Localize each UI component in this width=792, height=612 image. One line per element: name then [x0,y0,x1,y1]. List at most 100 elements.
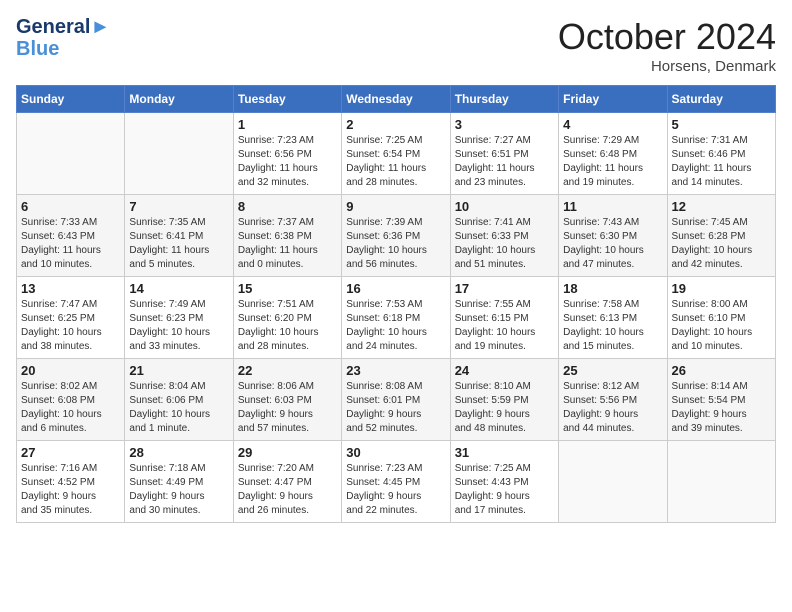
day-info: Sunrise: 7:23 AMSunset: 6:56 PMDaylight:… [238,134,337,190]
day-number: 31 [455,445,554,460]
day-cell: 13 Sunrise: 7:47 AMSunset: 6:25 PMDayligh… [17,277,125,359]
day-cell [125,113,233,195]
day-info: Sunrise: 7:16 AMSunset: 4:52 PMDaylight:… [21,462,120,518]
weekday-header-row: SundayMondayTuesdayWednesdayThursdayFrid… [17,86,776,113]
day-number: 11 [563,199,662,214]
day-info: Sunrise: 8:04 AMSunset: 6:06 PMDaylight:… [129,380,228,436]
day-cell: 30 Sunrise: 7:23 AMSunset: 4:45 PMDayligh… [342,441,450,523]
logo-line2: Blue [16,38,110,60]
day-number: 21 [129,363,228,378]
day-cell: 18 Sunrise: 7:58 AMSunset: 6:13 PMDayligh… [559,277,667,359]
day-number: 12 [672,199,771,214]
day-cell: 4 Sunrise: 7:29 AMSunset: 6:48 PMDaylight… [559,113,667,195]
day-cell: 14 Sunrise: 7:49 AMSunset: 6:23 PMDayligh… [125,277,233,359]
day-cell: 28 Sunrise: 7:18 AMSunset: 4:49 PMDayligh… [125,441,233,523]
title-block: October 2024 Horsens, Denmark [558,16,776,75]
day-number: 14 [129,281,228,296]
day-cell: 20Sunrise: 8:02 AMSunset: 6:08 PMDayligh… [17,359,125,441]
day-cell [17,113,125,195]
day-info: Sunrise: 7:51 AMSunset: 6:20 PMDaylight:… [238,298,337,354]
day-number: 5 [672,117,771,132]
weekday-header-sunday: Sunday [17,86,125,113]
day-number: 15 [238,281,337,296]
day-number: 24 [455,363,554,378]
day-cell: 11Sunrise: 7:43 AMSunset: 6:30 PMDayligh… [559,195,667,277]
day-info: Sunrise: 8:06 AMSunset: 6:03 PMDaylight:… [238,380,337,436]
location: Horsens, Denmark [558,58,776,75]
day-cell: 9 Sunrise: 7:39 AMSunset: 6:36 PMDaylight… [342,195,450,277]
day-cell: 8 Sunrise: 7:37 AMSunset: 6:38 PMDaylight… [233,195,341,277]
day-info: Sunrise: 7:47 AMSunset: 6:25 PMDaylight:… [21,298,120,354]
day-number: 18 [563,281,662,296]
day-cell: 23Sunrise: 8:08 AMSunset: 6:01 PMDayligh… [342,359,450,441]
day-number: 26 [672,363,771,378]
weekday-header-friday: Friday [559,86,667,113]
page-header: General► Blue October 2024 Horsens, Denm… [16,16,776,75]
day-info: Sunrise: 7:39 AMSunset: 6:36 PMDaylight:… [346,216,445,272]
day-info: Sunrise: 7:18 AMSunset: 4:49 PMDaylight:… [129,462,228,518]
day-cell: 16 Sunrise: 7:53 AMSunset: 6:18 PMDayligh… [342,277,450,359]
week-row-1: 1 Sunrise: 7:23 AMSunset: 6:56 PMDaylight… [17,113,776,195]
day-number: 13 [21,281,120,296]
day-info: Sunrise: 8:12 AMSunset: 5:56 PMDaylight:… [563,380,662,436]
day-number: 27 [21,445,120,460]
day-info: Sunrise: 7:37 AMSunset: 6:38 PMDaylight:… [238,216,337,272]
weekday-header-tuesday: Tuesday [233,86,341,113]
day-cell: 29Sunrise: 7:20 AMSunset: 4:47 PMDayligh… [233,441,341,523]
day-number: 1 [238,117,337,132]
day-cell: 25 Sunrise: 8:12 AMSunset: 5:56 PMDayligh… [559,359,667,441]
day-cell: 2 Sunrise: 7:25 AMSunset: 6:54 PMDaylight… [342,113,450,195]
day-number: 4 [563,117,662,132]
day-number: 3 [455,117,554,132]
day-cell: 24 Sunrise: 8:10 AMSunset: 5:59 PMDayligh… [450,359,558,441]
day-info: Sunrise: 7:33 AMSunset: 6:43 PMDaylight:… [21,216,120,272]
day-cell: 19 Sunrise: 8:00 AMSunset: 6:10 PMDayligh… [667,277,775,359]
day-number: 22 [238,363,337,378]
day-info: Sunrise: 7:55 AMSunset: 6:15 PMDaylight:… [455,298,554,354]
week-row-4: 20Sunrise: 8:02 AMSunset: 6:08 PMDayligh… [17,359,776,441]
day-cell: 10Sunrise: 7:41 AMSunset: 6:33 PMDayligh… [450,195,558,277]
week-row-3: 13 Sunrise: 7:47 AMSunset: 6:25 PMDayligh… [17,277,776,359]
weekday-header-saturday: Saturday [667,86,775,113]
day-number: 8 [238,199,337,214]
weekday-header-thursday: Thursday [450,86,558,113]
weekday-header-wednesday: Wednesday [342,86,450,113]
day-info: Sunrise: 8:10 AMSunset: 5:59 PMDaylight:… [455,380,554,436]
day-number: 28 [129,445,228,460]
day-number: 25 [563,363,662,378]
day-info: Sunrise: 7:31 AMSunset: 6:46 PMDaylight:… [672,134,771,190]
day-number: 16 [346,281,445,296]
day-info: Sunrise: 7:58 AMSunset: 6:13 PMDaylight:… [563,298,662,354]
day-cell: 22 Sunrise: 8:06 AMSunset: 6:03 PMDayligh… [233,359,341,441]
day-cell: 5 Sunrise: 7:31 AMSunset: 6:46 PMDaylight… [667,113,775,195]
logo-text: General► [16,16,110,38]
day-number: 7 [129,199,228,214]
day-cell: 31 Sunrise: 7:25 AMSunset: 4:43 PMDayligh… [450,441,558,523]
day-number: 2 [346,117,445,132]
day-info: Sunrise: 8:14 AMSunset: 5:54 PMDaylight:… [672,380,771,436]
day-info: Sunrise: 8:02 AMSunset: 6:08 PMDaylight:… [21,380,120,436]
day-cell: 27 Sunrise: 7:16 AMSunset: 4:52 PMDayligh… [17,441,125,523]
day-number: 30 [346,445,445,460]
day-number: 6 [21,199,120,214]
day-info: Sunrise: 7:53 AMSunset: 6:18 PMDaylight:… [346,298,445,354]
day-info: Sunrise: 7:25 AMSunset: 4:43 PMDaylight:… [455,462,554,518]
month-title: October 2024 [558,16,776,58]
day-cell: 15 Sunrise: 7:51 AMSunset: 6:20 PMDayligh… [233,277,341,359]
day-number: 19 [672,281,771,296]
day-info: Sunrise: 7:35 AMSunset: 6:41 PMDaylight:… [129,216,228,272]
logo: General► Blue [16,16,110,60]
day-info: Sunrise: 7:49 AMSunset: 6:23 PMDaylight:… [129,298,228,354]
day-number: 23 [346,363,445,378]
day-info: Sunrise: 7:41 AMSunset: 6:33 PMDaylight:… [455,216,554,272]
day-info: Sunrise: 7:45 AMSunset: 6:28 PMDaylight:… [672,216,771,272]
day-info: Sunrise: 7:29 AMSunset: 6:48 PMDaylight:… [563,134,662,190]
day-number: 9 [346,199,445,214]
day-cell: 6 Sunrise: 7:33 AMSunset: 6:43 PMDaylight… [17,195,125,277]
day-cell: 7 Sunrise: 7:35 AMSunset: 6:41 PMDaylight… [125,195,233,277]
day-info: Sunrise: 7:25 AMSunset: 6:54 PMDaylight:… [346,134,445,190]
calendar-table: SundayMondayTuesdayWednesdayThursdayFrid… [16,85,776,523]
weekday-header-monday: Monday [125,86,233,113]
day-info: Sunrise: 7:23 AMSunset: 4:45 PMDaylight:… [346,462,445,518]
day-info: Sunrise: 8:00 AMSunset: 6:10 PMDaylight:… [672,298,771,354]
